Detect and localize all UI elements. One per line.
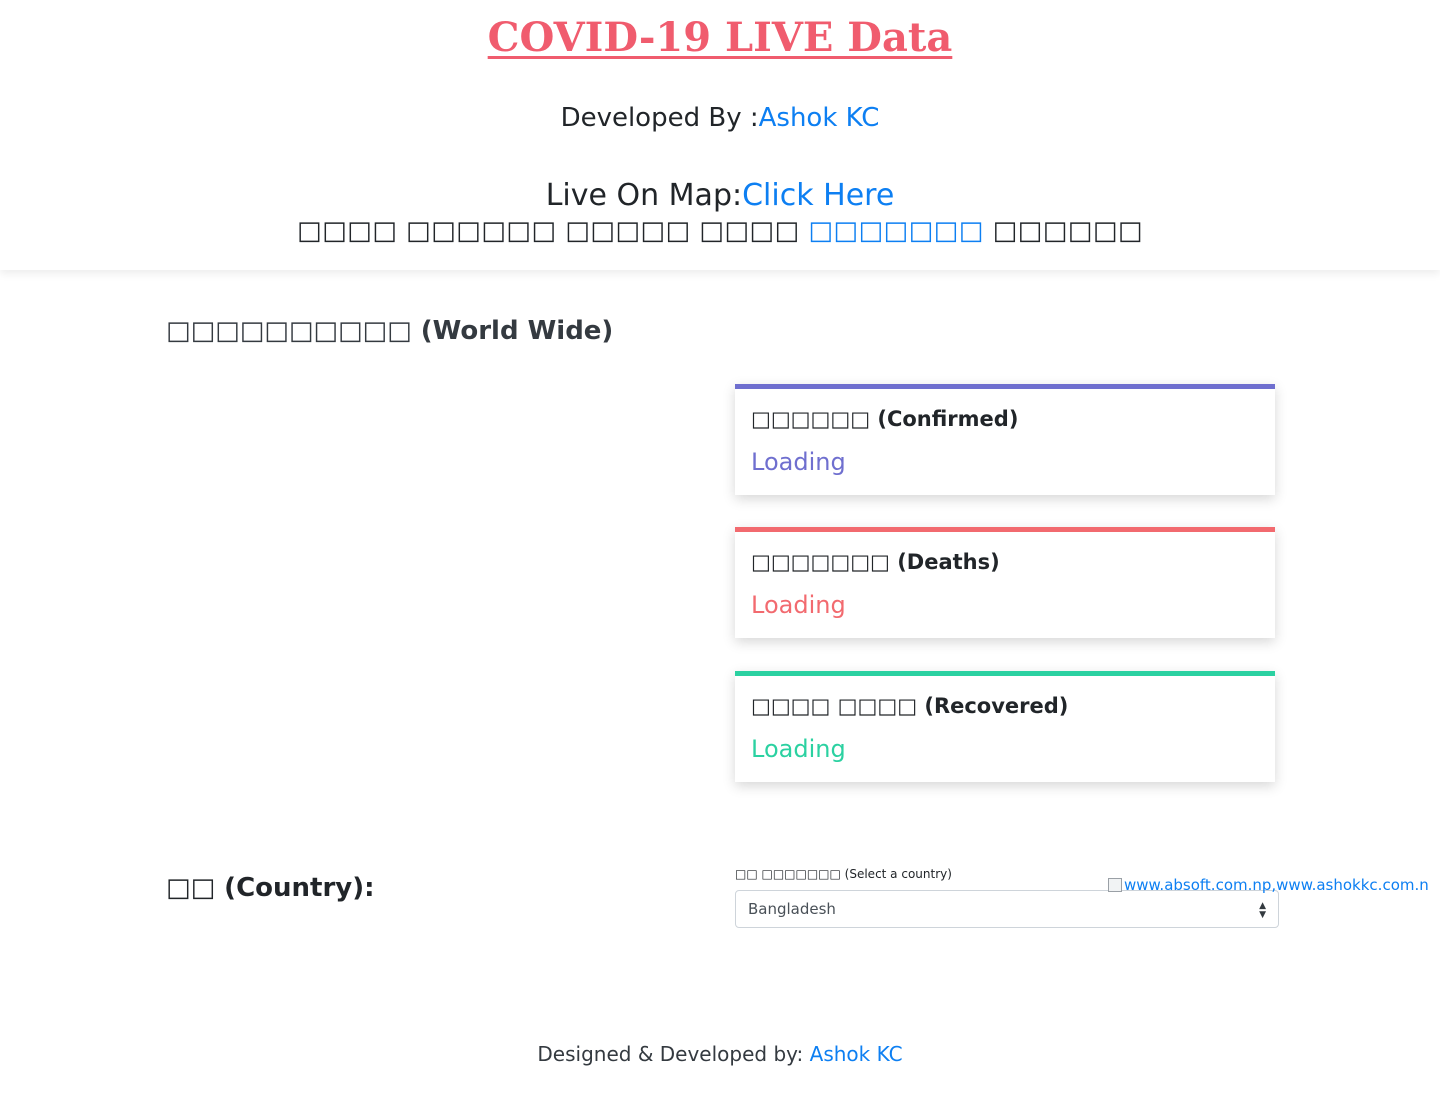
confirmed-value: Loading bbox=[751, 448, 846, 476]
developed-by-label: Developed By : bbox=[560, 103, 759, 133]
live-map-line: Live On Map:Click Here bbox=[0, 178, 1440, 213]
recovered-label: □□□□ □□□□ (Recovered) bbox=[751, 694, 1069, 718]
confirmed-label: □□□□□□ (Confirmed) bbox=[751, 407, 1019, 431]
recovered-value: Loading bbox=[751, 735, 846, 763]
site-title-link[interactable]: COVID-19 LIVE Data bbox=[0, 14, 1440, 61]
nepali-map-link[interactable]: □□□□□□□ bbox=[808, 216, 983, 246]
page-header: COVID-19 LIVE Data Developed By :Ashok K… bbox=[0, 0, 1440, 270]
nepali-map-suffix: □□□□□□ bbox=[992, 216, 1143, 246]
broken-image-icon bbox=[1108, 878, 1122, 892]
developed-by-line: Developed By :Ashok KC bbox=[0, 103, 1440, 133]
live-map-link[interactable]: Click Here bbox=[742, 178, 894, 213]
nepali-map-prefix: □□□□ □□□□□□ □□□□□ □□□□ bbox=[297, 216, 800, 246]
country-select-label: □□ □□□□□□□ (Select a country) bbox=[735, 867, 952, 881]
live-map-label: Live On Map: bbox=[545, 178, 743, 213]
nepali-map-line: □□□□ □□□□□□ □□□□□ □□□□ □□□□□□□ □□□□□□ bbox=[0, 216, 1440, 246]
sponsor-image-alt: www.absoft.com.np,www.ashokkc.com.np bbox=[1124, 876, 1428, 894]
country-heading: □□ (Country): bbox=[166, 873, 375, 903]
footer-text: Designed & Developed by: bbox=[537, 1042, 810, 1066]
confirmed-card: □□□□□□ (Confirmed) Loading bbox=[735, 384, 1275, 495]
page-footer: Designed & Developed by: Ashok KC bbox=[0, 1042, 1440, 1066]
recovered-card: □□□□ □□□□ (Recovered) Loading bbox=[735, 671, 1275, 782]
deaths-value: Loading bbox=[751, 591, 846, 619]
footer-author-link[interactable]: Ashok KC bbox=[810, 1042, 903, 1066]
country-select-value: Bangladesh bbox=[748, 900, 836, 918]
deaths-label: □□□□□□□ (Deaths) bbox=[751, 550, 1000, 574]
worldwide-title: □□□□□□□□□□ (World Wide) bbox=[166, 316, 614, 346]
developer-link[interactable]: Ashok KC bbox=[759, 103, 880, 133]
deaths-card: □□□□□□□ (Deaths) Loading bbox=[735, 527, 1275, 638]
sponsor-image-link[interactable]: www.absoft.com.np,www.ashokkc.com.np bbox=[1108, 876, 1428, 900]
